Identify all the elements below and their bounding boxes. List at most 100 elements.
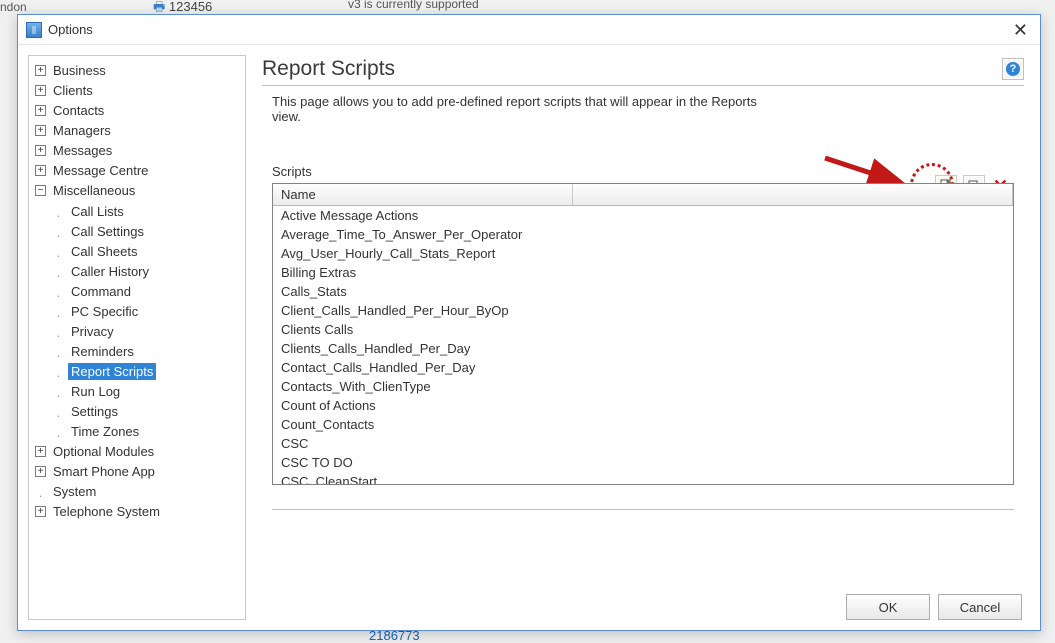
tree-node-label[interactable]: Call Sheets <box>68 243 140 260</box>
expand-icon[interactable]: + <box>35 165 46 176</box>
tree-node-label[interactable]: PC Specific <box>68 303 141 320</box>
content-pane: Report Scripts ? This page allows you to… <box>254 45 1040 630</box>
script-row[interactable]: Count_Contacts <box>273 415 1013 434</box>
page-description: This page allows you to add pre-defined … <box>272 94 772 124</box>
script-row[interactable]: Avg_User_Hourly_Call_Stats_Report <box>273 244 1013 263</box>
options-dialog: Options ✕ + Business + Clients + Contacts + Man… <box>17 14 1041 631</box>
tree-connector: · <box>53 306 64 317</box>
tree-node[interactable]: · System <box>35 481 245 501</box>
tree-node-label[interactable]: Settings <box>68 403 121 420</box>
script-row[interactable]: Clients Calls <box>273 320 1013 339</box>
expand-icon[interactable]: + <box>35 446 46 457</box>
expand-icon[interactable]: + <box>35 506 46 517</box>
tree-connector: · <box>35 486 46 497</box>
tree-node-label[interactable]: Business <box>50 62 109 79</box>
tree-node[interactable]: · PC Specific <box>53 301 245 321</box>
tree-node-label[interactable]: Telephone System <box>50 503 163 520</box>
tree-node[interactable]: + Messages <box>35 140 245 160</box>
tree-node-label[interactable]: Messages <box>50 142 115 159</box>
tree-node[interactable]: ·Time Zones <box>53 421 245 441</box>
tree-node-label[interactable]: Call Settings <box>68 223 147 240</box>
expand-icon[interactable]: + <box>35 85 46 96</box>
help-icon: ? <box>1006 62 1020 76</box>
tree-node-label[interactable]: Message Centre <box>50 162 151 179</box>
tree-node-label[interactable]: Command <box>68 283 134 300</box>
tree-connector: · <box>53 266 64 277</box>
script-row[interactable]: Contact_Calls_Handled_Per_Day <box>273 358 1013 377</box>
tree-node[interactable]: + Optional Modules <box>35 441 245 461</box>
tree-node[interactable]: · Call Lists <box>53 200 245 220</box>
tree-connector: · <box>53 326 64 337</box>
dialog-title: Options <box>48 22 93 37</box>
scripts-listview[interactable]: Name Active Message ActionsAverage_Time_… <box>272 183 1014 485</box>
tree-node[interactable]: ·Call Settings <box>53 221 245 241</box>
tree-node-label[interactable]: Caller History <box>68 263 152 280</box>
script-row[interactable]: Average_Time_To_Answer_Per_Operator <box>273 225 1013 244</box>
tree-node[interactable]: + Message Centre <box>35 160 245 180</box>
tree-node[interactable]: + Smart Phone App <box>35 461 245 481</box>
tree-node[interactable]: · Run Log <box>53 381 245 401</box>
scripts-label: Scripts <box>272 164 1024 179</box>
expand-icon[interactable]: + <box>35 65 46 76</box>
tree-node-label[interactable]: Privacy <box>68 323 117 340</box>
tree-connector: · <box>53 346 64 357</box>
tree-node-label[interactable]: Contacts <box>50 102 107 119</box>
script-row[interactable]: CSC <box>273 434 1013 453</box>
script-row[interactable]: Count of Actions <box>273 396 1013 415</box>
collapse-icon[interactable]: − <box>35 185 46 196</box>
script-row[interactable]: CSC TO DO <box>273 453 1013 472</box>
tree-node[interactable]: · Command <box>53 281 245 301</box>
tree-node-label[interactable]: Miscellaneous <box>50 182 138 199</box>
script-row[interactable]: Calls_Stats <box>273 282 1013 301</box>
expand-icon[interactable]: + <box>35 105 46 116</box>
tree-node[interactable]: + Telephone System <box>35 501 245 521</box>
tree-node-label[interactable]: Clients <box>50 82 96 99</box>
tree-node-label[interactable]: Managers <box>50 122 114 139</box>
tree-connector: · <box>53 246 64 257</box>
ok-button[interactable]: OK <box>846 594 930 620</box>
expand-icon[interactable]: + <box>35 145 46 156</box>
options-tree[interactable]: + Business + Clients + Contacts + Managers + Mess… <box>28 55 246 620</box>
tree-node[interactable]: · Reminders <box>53 341 245 361</box>
bg-text: ndon <box>0 0 27 14</box>
script-row[interactable]: Client_Calls_Handled_Per_Hour_ByOp <box>273 301 1013 320</box>
help-button[interactable]: ? <box>1002 58 1024 80</box>
tree-node[interactable]: · Call Sheets <box>53 241 245 261</box>
tree-node-label[interactable]: Call Lists <box>68 203 127 220</box>
tree-node-label[interactable]: System <box>50 483 99 500</box>
tree-node-label[interactable]: Report Scripts <box>68 363 156 380</box>
tree-node[interactable]: · Privacy <box>53 321 245 341</box>
tree-node-label[interactable]: Smart Phone App <box>50 463 158 480</box>
tree-node-label[interactable]: Reminders <box>68 343 137 360</box>
tree-node[interactable]: −Miscellaneous·Call Lists·Call Settings·… <box>35 180 245 441</box>
tree-connector: · <box>53 366 64 377</box>
tree-node-label[interactable]: Time Zones <box>68 423 142 440</box>
tree-node[interactable]: · Report Scripts <box>53 361 245 381</box>
tree-connector: · <box>53 206 64 217</box>
tree-node[interactable]: · Settings <box>53 401 245 421</box>
tree-node-label[interactable]: Run Log <box>68 383 123 400</box>
page-heading: Report Scripts <box>262 57 395 81</box>
tree-node[interactable]: + Contacts <box>35 100 245 120</box>
script-row[interactable]: Active Message Actions <box>273 206 1013 225</box>
tree-connector: · <box>53 406 64 417</box>
close-button[interactable]: ✕ <box>1009 21 1032 39</box>
tree-connector: · <box>53 386 64 397</box>
tree-node[interactable]: + Business <box>35 60 245 80</box>
list-header: Name <box>273 184 1013 206</box>
cancel-button[interactable]: Cancel <box>938 594 1022 620</box>
column-header-spacer <box>573 184 1013 205</box>
script-row[interactable]: CSC_CleanStart <box>273 472 1013 484</box>
tree-node[interactable]: + Clients <box>35 80 245 100</box>
script-row[interactable]: Contacts_With_ClienType <box>273 377 1013 396</box>
script-row[interactable]: Billing Extras <box>273 263 1013 282</box>
tree-node[interactable]: + Managers <box>35 120 245 140</box>
script-row[interactable]: Clients_Calls_Handled_Per_Day <box>273 339 1013 358</box>
tree-node-label[interactable]: Optional Modules <box>50 443 157 460</box>
expand-icon[interactable]: + <box>35 466 46 477</box>
column-header-name[interactable]: Name <box>273 184 573 205</box>
titlebar: Options ✕ <box>18 15 1040 45</box>
tree-connector: · <box>53 286 64 297</box>
tree-node[interactable]: · Caller History <box>53 261 245 281</box>
expand-icon[interactable]: + <box>35 125 46 136</box>
